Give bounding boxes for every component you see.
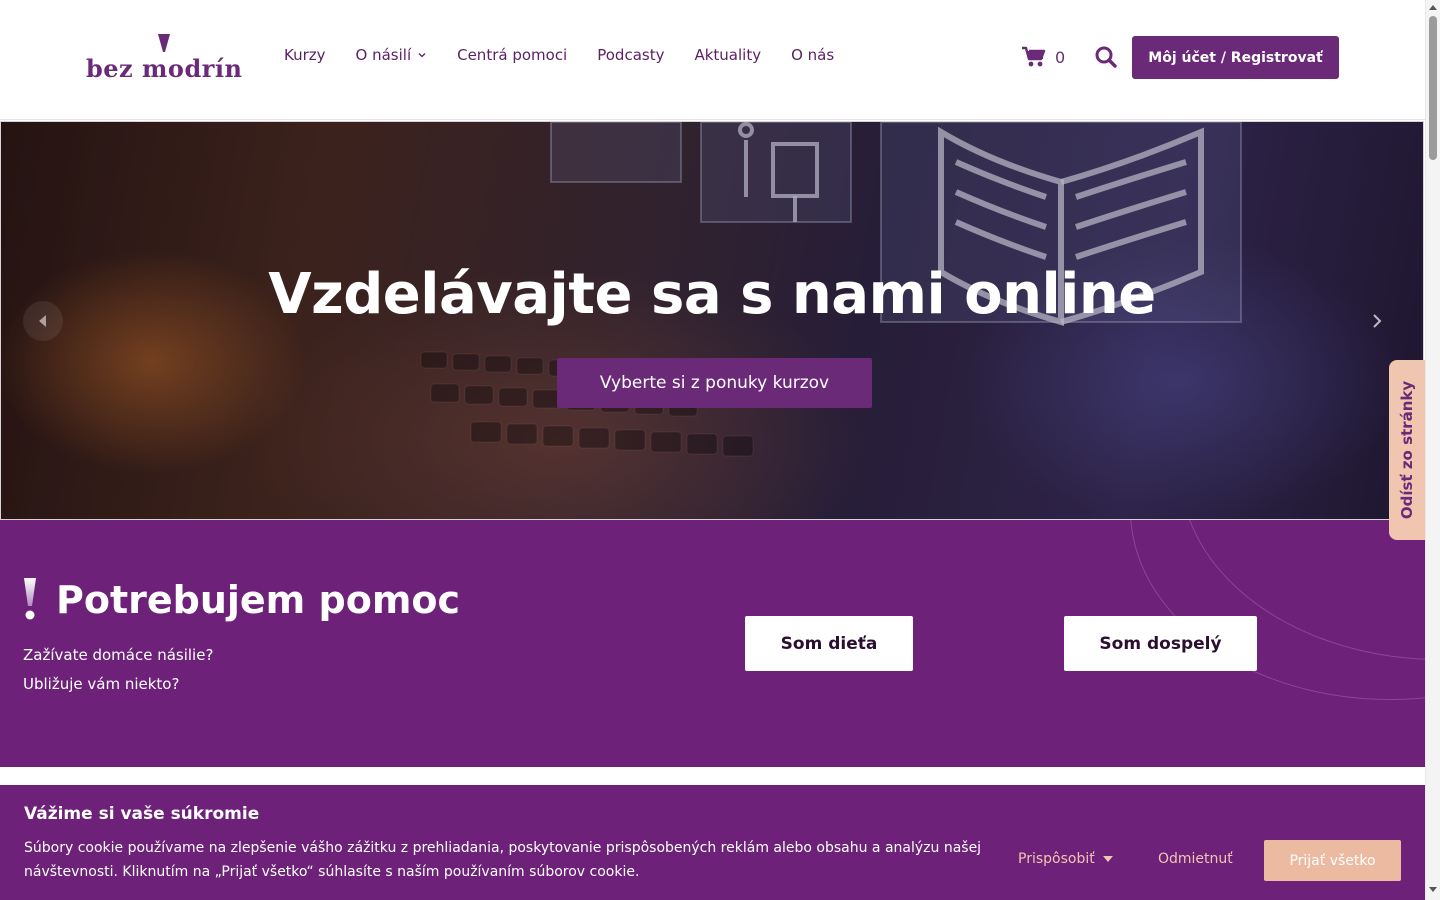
main-nav: Kurzy O násilí Centrá pomoci Podcasty Ak… xyxy=(284,46,864,64)
help-question-2: Ubližuje vám niekto? xyxy=(23,675,180,693)
cookie-text: Súbory cookie používame na zlepšenie váš… xyxy=(24,840,982,880)
account-register-button[interactable]: Môj účet / Registrovať xyxy=(1132,36,1339,79)
chevron-left-icon xyxy=(39,315,46,327)
cart-icon xyxy=(1022,46,1046,67)
exclamation-icon xyxy=(24,578,36,620)
chevron-down-icon xyxy=(418,53,426,58)
help-title: Potrebujem pomoc xyxy=(56,578,461,622)
help-section: Potrebujem pomoc Zažívate domáce násilie… xyxy=(0,520,1425,767)
adult-help-button[interactable]: Som dospelý xyxy=(1064,616,1257,671)
logo[interactable]: bez modrín xyxy=(86,34,242,83)
cookie-customize-label: Prispôsobiť xyxy=(1018,851,1095,867)
leave-page-button[interactable]: Odísť zo stránky xyxy=(1389,360,1425,540)
courses-cta-button[interactable]: Vyberte si z ponuky kurzov xyxy=(557,358,872,408)
nav-label: Centrá pomoci xyxy=(457,46,568,64)
cart-count: 0 xyxy=(1055,47,1066,67)
search-icon[interactable] xyxy=(1094,45,1118,69)
scroll-thumb[interactable] xyxy=(1429,16,1437,160)
site-header: bez modrín Kurzy O násilí Centrá pomoci … xyxy=(0,0,1425,120)
hero-title: Vzdelávajte sa s nami online xyxy=(268,262,1156,327)
slider-next-button[interactable] xyxy=(1357,301,1397,341)
nav-item-o-nasili[interactable]: O násilí xyxy=(356,46,428,64)
nav-label: O nás xyxy=(791,46,835,64)
nav-item-aktuality[interactable]: Aktuality xyxy=(694,46,761,64)
chevron-right-icon xyxy=(1373,314,1382,328)
nav-item-kurzy[interactable]: Kurzy xyxy=(284,46,326,64)
nav-item-podcasty[interactable]: Podcasty xyxy=(597,46,664,64)
scroll-up-arrow-icon[interactable] xyxy=(1429,5,1437,10)
cart[interactable]: 0 xyxy=(1022,46,1065,68)
leave-page-label: Odísť zo stránky xyxy=(1398,380,1417,520)
nav-label: Podcasty xyxy=(597,46,665,64)
cookie-banner: Vážime si vaše súkromie Súbory cookie po… xyxy=(0,785,1425,900)
nav-label: O násilí xyxy=(355,46,412,64)
cookie-title: Vážime si vaše súkromie xyxy=(24,804,260,824)
logo-text: bez modrín xyxy=(86,54,243,83)
caret-down-icon xyxy=(1102,856,1113,862)
scroll-down-arrow-icon[interactable] xyxy=(1429,887,1437,892)
nav-item-o-nas[interactable]: O nás xyxy=(791,46,834,64)
help-question-1: Zažívate domáce násilie? xyxy=(23,646,214,664)
cookie-reject-button[interactable]: Odmietnuť xyxy=(1158,851,1233,867)
child-help-button[interactable]: Som dieťa xyxy=(745,616,913,671)
nav-label: Kurzy xyxy=(284,46,326,64)
nav-label: Aktuality xyxy=(694,46,762,64)
cookie-accept-all-button[interactable]: Prijať všetko xyxy=(1264,840,1401,881)
nav-item-centra-pomoci[interactable]: Centrá pomoci xyxy=(457,46,567,64)
cookie-customize-button[interactable]: Prispôsobiť xyxy=(1018,851,1113,867)
slider-prev-button[interactable] xyxy=(23,301,63,341)
page-scrollbar[interactable] xyxy=(1425,0,1440,900)
hero-slider: Vzdelávajte sa s nami online Vyberte si … xyxy=(0,121,1424,520)
